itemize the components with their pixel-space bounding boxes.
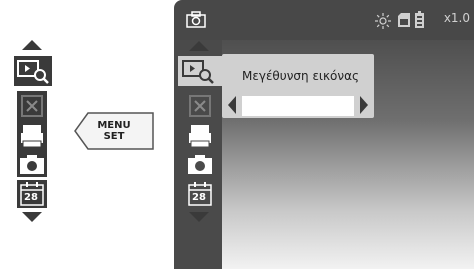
device-screen: x1.0 28 Μεγέθυνση εικόνας <box>174 0 474 269</box>
set-label: SET <box>103 131 125 142</box>
scissors-icon[interactable] <box>17 91 47 121</box>
battery-icon <box>415 11 424 28</box>
menu-label: MENU <box>97 120 131 131</box>
panel-title: Μεγέθυνση εικόνας <box>242 69 360 83</box>
zoom-level: x1.0 <box>443 11 470 25</box>
scroll-up-arrow-icon[interactable] <box>22 40 42 50</box>
status-bar <box>174 0 474 40</box>
menu-set-key[interactable]: MENU SET <box>74 112 154 150</box>
screen-camera-icon[interactable] <box>185 151 215 177</box>
screen-scissors-icon[interactable] <box>185 91 215 121</box>
screen-printer-icon[interactable] <box>185 121 215 151</box>
calendar-icon[interactable]: 28 <box>17 180 47 208</box>
screen-image-zoom-icon[interactable] <box>178 56 222 86</box>
calendar-number: 28 <box>24 192 38 203</box>
camera-mode-icon <box>186 10 206 28</box>
zoom-value-field[interactable] <box>242 96 354 116</box>
sun-icon <box>375 13 391 29</box>
camera-icon[interactable] <box>17 151 47 177</box>
screen-calendar-icon[interactable]: 28 <box>185 180 215 208</box>
printer-icon[interactable] <box>17 121 47 151</box>
image-zoom-icon[interactable] <box>14 56 52 86</box>
zoom-setting-panel: Μεγέθυνση εικόνας <box>222 54 374 118</box>
next-value-arrow-icon[interactable] <box>360 96 368 114</box>
sd-card-icon <box>398 13 410 27</box>
screen-scroll-down-icon[interactable] <box>189 212 209 222</box>
scroll-down-arrow-icon[interactable] <box>22 212 42 222</box>
screen-calendar-number: 28 <box>192 192 206 203</box>
previous-value-arrow-icon[interactable] <box>228 96 236 114</box>
screen-scroll-up-icon[interactable] <box>189 41 209 51</box>
